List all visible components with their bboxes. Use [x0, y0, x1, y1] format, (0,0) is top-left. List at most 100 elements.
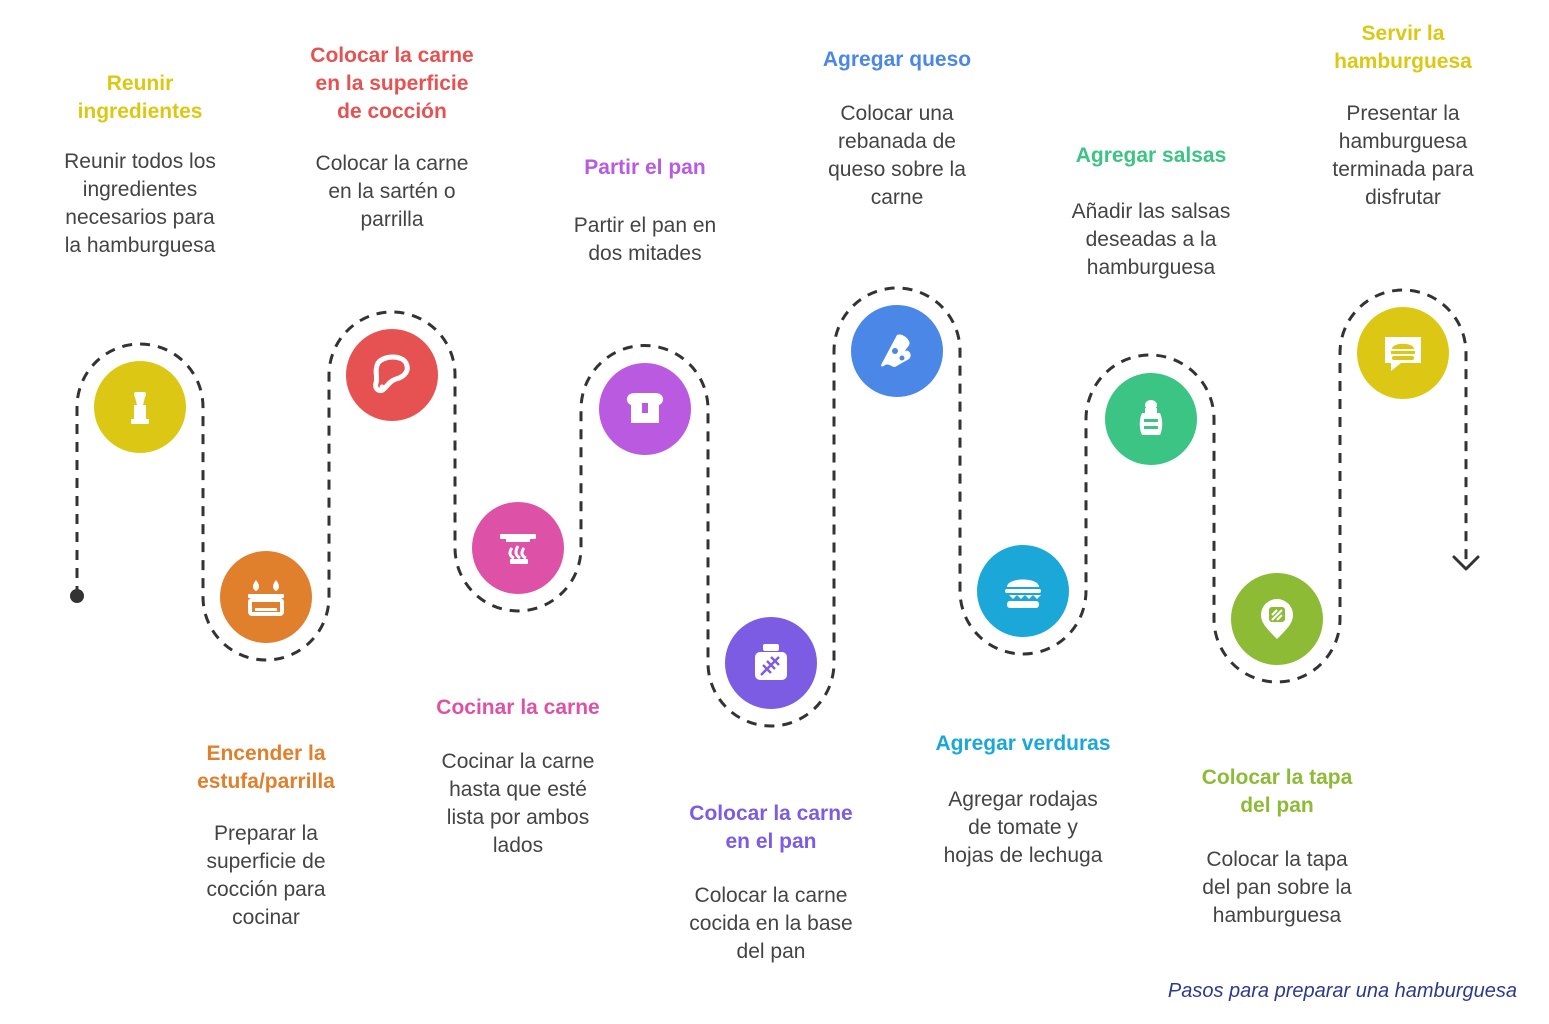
step-description-line: Colocar la tapa — [1206, 848, 1348, 871]
step-3-description: Colocar la carne en la sartén o parrilla — [282, 150, 502, 234]
step-description-line: parrilla — [360, 208, 424, 231]
step-description-line: hamburguesa — [1212, 904, 1342, 927]
step-description-line: del pan — [736, 940, 806, 963]
step-11-description: Presentar la hamburguesa terminada para dis… — [1293, 100, 1513, 212]
step-7-circle — [851, 305, 943, 397]
path-start-dot — [70, 589, 84, 603]
step-1-description: Reunir todos los ingredientes necesarios p… — [30, 148, 250, 260]
step-description-line: necesarios para — [65, 206, 215, 229]
step-title-line: Agregar salsas — [1075, 144, 1227, 167]
step-title-line: ingredientes — [77, 100, 203, 123]
step-2-title: Encender la estufa/parrilla — [151, 740, 381, 796]
step-description-line: de tomate y — [968, 816, 1078, 839]
step-description-line: cocinar — [232, 906, 300, 929]
step-description-line: Agregar rodajas — [948, 788, 1098, 811]
step-title-line: Colocar la carne — [689, 802, 853, 825]
pepper-shaker-icon — [131, 392, 149, 424]
step-description-line: hasta que esté — [449, 778, 587, 801]
step-description-line: lista por ambos — [446, 806, 590, 829]
step-title-line: Colocar la tapa — [1201, 766, 1353, 789]
toast-pin-icon — [1261, 599, 1293, 639]
step-4-description: Cocinar la carne hasta que esté lista por … — [408, 748, 628, 860]
step-11-title: Servir la hamburguesa — [1288, 20, 1518, 76]
step-9-description: Añadir las salsas deseadas a la hamburgues… — [1041, 198, 1261, 282]
step-2-description: Preparar la superficie de cocción para coci… — [156, 820, 376, 932]
step-description-line: Colocar la carne — [694, 884, 848, 907]
step-2-circle — [220, 551, 312, 643]
step-description-line: cocción para — [206, 878, 326, 901]
step-description-line: la hamburguesa — [64, 234, 216, 257]
step-description-line: Reunir todos los — [64, 150, 216, 173]
step-description-line: carne — [870, 186, 924, 209]
step-7-description: Colocar una rebanada de queso sobre la carn… — [787, 100, 1007, 212]
step-description-line: terminada para — [1332, 158, 1474, 181]
step-description-line: hojas de lechuga — [943, 844, 1103, 867]
process-diagram: Reunir ingredientes Reunir todos los ingred… — [0, 0, 1549, 1024]
spice-jar-icon — [755, 644, 787, 680]
step-5-title: Partir el pan — [530, 154, 760, 182]
step-title-line: de cocción — [337, 100, 447, 123]
step-title-line: Agregar verduras — [935, 732, 1111, 755]
step-5-circle — [599, 363, 691, 455]
step-4-title: Cocinar la carne — [403, 694, 633, 722]
diagram-caption: Pasos para preparar una hamburguesa — [1167, 980, 1517, 1002]
step-description-line: hamburguesa — [1086, 256, 1216, 279]
step-title-line: Agregar queso — [822, 48, 972, 71]
step-8-title: Agregar verduras — [908, 730, 1138, 758]
step-title-line: Reunir — [106, 72, 174, 95]
step-10-circle — [1231, 573, 1323, 665]
step-1-title: Reunir ingredientes — [25, 70, 255, 126]
step-10-description: Colocar la tapa del pan sobre la hamburgue… — [1167, 846, 1387, 930]
step-title-line: del pan — [1240, 794, 1314, 817]
step-6-description: Colocar la carne cocida en la base del pan — [661, 882, 881, 966]
step-3-title: Colocar la carne en la superficie de cocci… — [277, 42, 507, 126]
step-description-line: del pan sobre la — [1202, 876, 1352, 899]
step-description-line: Añadir las salsas — [1071, 200, 1231, 223]
step-description-line: disfrutar — [1365, 186, 1441, 209]
step-5-description: Partir el pan en dos mitades — [535, 212, 755, 268]
step-description-line: Partir el pan en — [573, 214, 717, 237]
salt-shaker-icon — [1139, 400, 1163, 435]
step-description-line: ingredientes — [82, 178, 198, 201]
gas-stove-icon — [248, 580, 284, 616]
frying-pan-icon — [500, 534, 536, 564]
step-description-line: en la sartén o — [328, 180, 456, 203]
meat-steak-icon — [373, 354, 410, 394]
burger-icon — [1005, 579, 1041, 608]
step-title-line: Cocinar la carne — [436, 696, 600, 719]
step-description-line: Presentar la — [1346, 102, 1460, 125]
step-9-circle — [1105, 373, 1197, 465]
step-description-line: Cocinar la carne — [441, 750, 595, 773]
step-title-line: hamburguesa — [1334, 50, 1472, 73]
step-7-title: Agregar queso — [782, 46, 1012, 74]
step-4-circle — [472, 502, 564, 594]
step-description-line: queso sobre la — [828, 158, 966, 181]
step-title-line: en la superficie — [315, 72, 469, 95]
cheese-slice-icon — [881, 334, 911, 367]
step-6-circle — [725, 617, 817, 709]
burger-message-icon — [1385, 337, 1421, 371]
step-title-line: Partir el pan — [584, 156, 706, 179]
step-title-line: Encender la — [206, 742, 326, 765]
step-title-line: Colocar la carne — [310, 44, 474, 67]
step-description-line: Colocar una — [840, 102, 954, 125]
step-title-line: Servir la — [1361, 22, 1445, 45]
step-1-circle — [94, 361, 186, 453]
step-description-line: hamburguesa — [1338, 130, 1468, 153]
step-10-title: Colocar la tapa del pan — [1162, 764, 1392, 820]
step-6-title: Colocar la carne en el pan — [656, 800, 886, 856]
step-title-line: estufa/parrilla — [197, 770, 335, 793]
step-description-line: dos mitades — [588, 242, 702, 265]
step-8-description: Agregar rodajas de tomate y hojas de lechu… — [913, 786, 1133, 870]
step-description-line: cocida en la base — [689, 912, 853, 935]
step-3-circle — [346, 329, 438, 421]
step-description-line: deseadas a la — [1085, 228, 1217, 251]
step-title-line: en el pan — [725, 830, 817, 853]
step-8-circle — [977, 545, 1069, 637]
step-11-circle — [1357, 307, 1449, 399]
step-description-line: superficie de — [206, 850, 326, 873]
step-description-line: rebanada de — [838, 130, 956, 153]
step-description-line: lados — [492, 834, 544, 857]
bread-icon — [626, 393, 664, 423]
step-9-title: Agregar salsas — [1036, 142, 1266, 170]
